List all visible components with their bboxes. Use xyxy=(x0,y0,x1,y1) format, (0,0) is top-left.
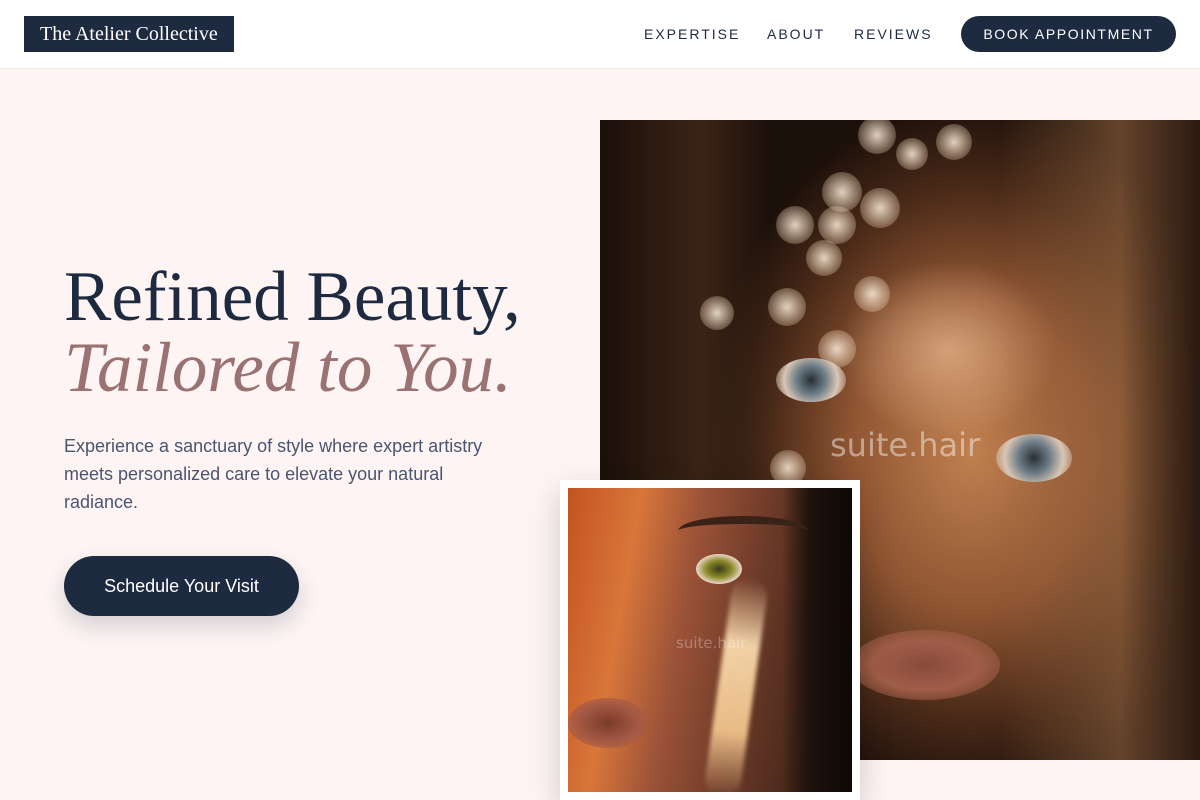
bokeh-light xyxy=(806,240,842,276)
lips xyxy=(850,630,1000,700)
bokeh-light xyxy=(768,288,806,326)
secondary-photo: suite.hair xyxy=(568,488,852,792)
small-photo-lips xyxy=(568,698,648,748)
brand-logo[interactable]: The Atelier Collective xyxy=(24,16,234,52)
bokeh-light xyxy=(896,138,928,170)
site-header: The Atelier Collective EXPERTISE ABOUT R… xyxy=(0,0,1200,68)
nav-link-reviews[interactable]: REVIEWS xyxy=(854,16,933,52)
small-photo-brow xyxy=(678,516,808,546)
schedule-visit-button[interactable]: Schedule Your Visit xyxy=(64,556,299,616)
eye-left xyxy=(776,358,846,402)
hero-title-line-2: Tailored to You. xyxy=(64,329,512,407)
main-photo-watermark: suite.hair xyxy=(830,426,981,464)
nav-link-expertise[interactable]: EXPERTISE xyxy=(644,16,740,52)
light-streak xyxy=(702,576,770,792)
hero-title: Refined Beauty, Tailored to You. xyxy=(64,262,584,404)
secondary-photo-frame: suite.hair xyxy=(560,480,860,800)
bokeh-light xyxy=(776,206,814,244)
book-appointment-button[interactable]: BOOK APPOINTMENT xyxy=(961,16,1176,52)
bokeh-light xyxy=(700,296,734,330)
bokeh-light xyxy=(860,188,900,228)
bokeh-light xyxy=(818,206,856,244)
small-photo-watermark: suite.hair xyxy=(676,634,747,652)
small-photo-eye xyxy=(696,554,742,584)
hero-subtitle: Experience a sanctuary of style where ex… xyxy=(64,436,483,512)
bokeh-light xyxy=(854,276,890,312)
nav-link-about[interactable]: ABOUT xyxy=(767,16,825,52)
bokeh-light xyxy=(858,120,896,154)
bokeh-light xyxy=(936,124,972,160)
hero-title-line-1: Refined Beauty, xyxy=(64,258,521,336)
eye-right xyxy=(996,434,1072,482)
